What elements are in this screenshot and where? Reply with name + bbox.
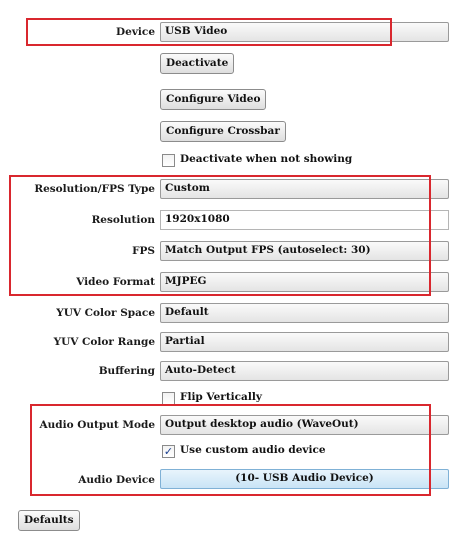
highlight-box-video-settings [9,175,431,296]
yuv-color-space-select[interactable]: Default [160,303,449,323]
deactivate-button[interactable]: Deactivate [160,53,235,74]
defaults-button[interactable]: Defaults [18,510,80,531]
buffering-select[interactable]: Auto-Detect [160,361,449,381]
deactivate-not-showing-checkbox[interactable] [162,154,175,167]
yuv-color-space-label: YUV Color Space [56,307,155,319]
buffering-label: Buffering [98,365,155,377]
deactivate-not-showing-label: Deactivate when not showing [180,153,353,165]
flip-vertically-label: Flip Vertically [180,391,262,403]
highlight-box-audio-settings [30,404,431,496]
highlight-box-device [26,18,392,46]
configure-crossbar-button[interactable]: Configure Crossbar [160,121,286,142]
yuv-color-range-select[interactable]: Partial [160,332,449,352]
configure-video-button[interactable]: Configure Video [160,89,267,110]
yuv-color-range-label: YUV Color Range [53,336,155,348]
